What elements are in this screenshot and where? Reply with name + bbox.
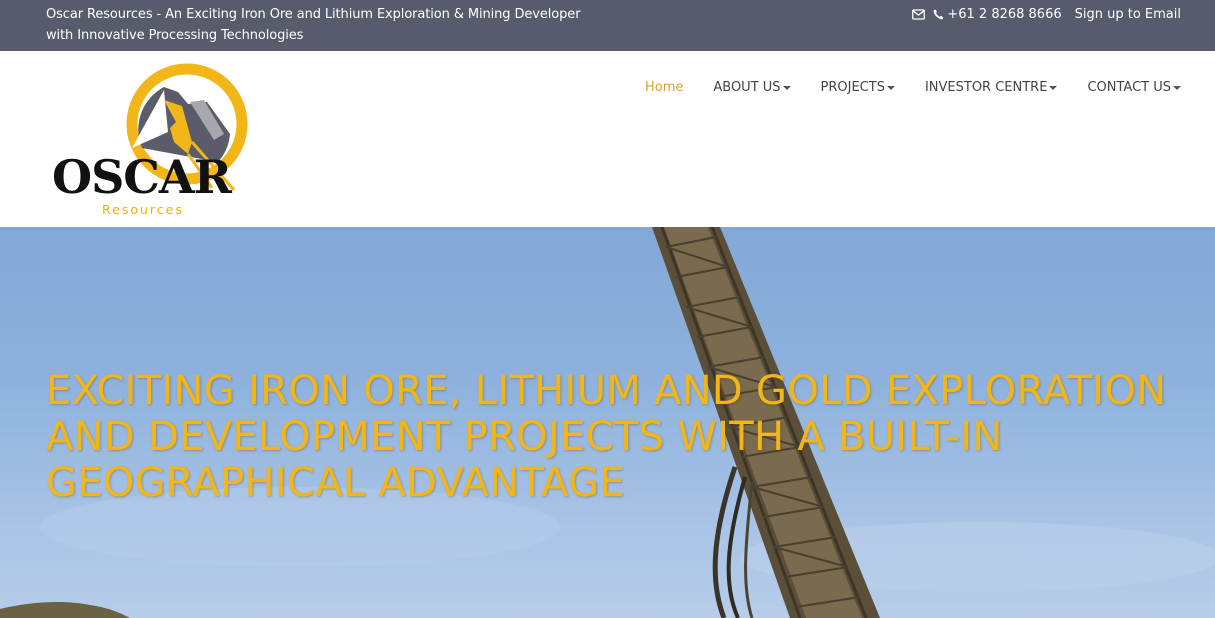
phone-icon [933, 9, 944, 20]
nav-home[interactable]: Home [645, 78, 683, 98]
oscar-resources-logo[interactable]: OSCAR Resources [52, 62, 252, 222]
nav-contact-us[interactable]: CONTACT US [1087, 78, 1181, 98]
nav-about-us-label: ABOUT US [713, 80, 781, 95]
contact-info: +61 2 8268 8666 Sign up to Email [912, 4, 1181, 25]
hero-headline: EXCITING IRON ORE, LITHIUM AND GOLD EXPL… [46, 368, 1167, 506]
email-signup-link[interactable]: Sign up to Email [1075, 4, 1181, 25]
caret-down-icon [1049, 86, 1058, 90]
nav-projects[interactable]: PROJECTS [821, 78, 895, 98]
caret-down-icon [886, 86, 895, 90]
nav-investor-centre[interactable]: INVESTOR CENTRE [924, 78, 1058, 98]
phone-number: +61 2 8268 8666 [947, 7, 1062, 22]
logo-wordmark: OSCAR [52, 150, 232, 204]
site-header: OSCAR Resources Home ABOUT US PROJECTS I… [0, 51, 1215, 227]
nav-investor-centre-label: INVESTOR CENTRE [924, 80, 1048, 95]
nav-contact-us-label: CONTACT US [1087, 80, 1171, 95]
mail-icon[interactable] [912, 8, 926, 21]
main-navigation: Home ABOUT US PROJECTS INVESTOR CENTRE C… [615, 78, 1181, 98]
caret-down-icon [782, 86, 791, 90]
logo-subtitle: Resources [102, 202, 184, 217]
nav-home-label: Home [644, 80, 684, 95]
top-info-bar: Oscar Resources - An Exciting Iron Ore a… [0, 0, 1215, 51]
site-tagline: Oscar Resources - An Exciting Iron Ore a… [46, 7, 581, 43]
hero-banner: EXCITING IRON ORE, LITHIUM AND GOLD EXPL… [0, 227, 1215, 618]
caret-down-icon [1173, 86, 1181, 90]
nav-about-us[interactable]: ABOUT US [713, 78, 791, 98]
nav-projects-label: PROJECTS [820, 80, 885, 95]
